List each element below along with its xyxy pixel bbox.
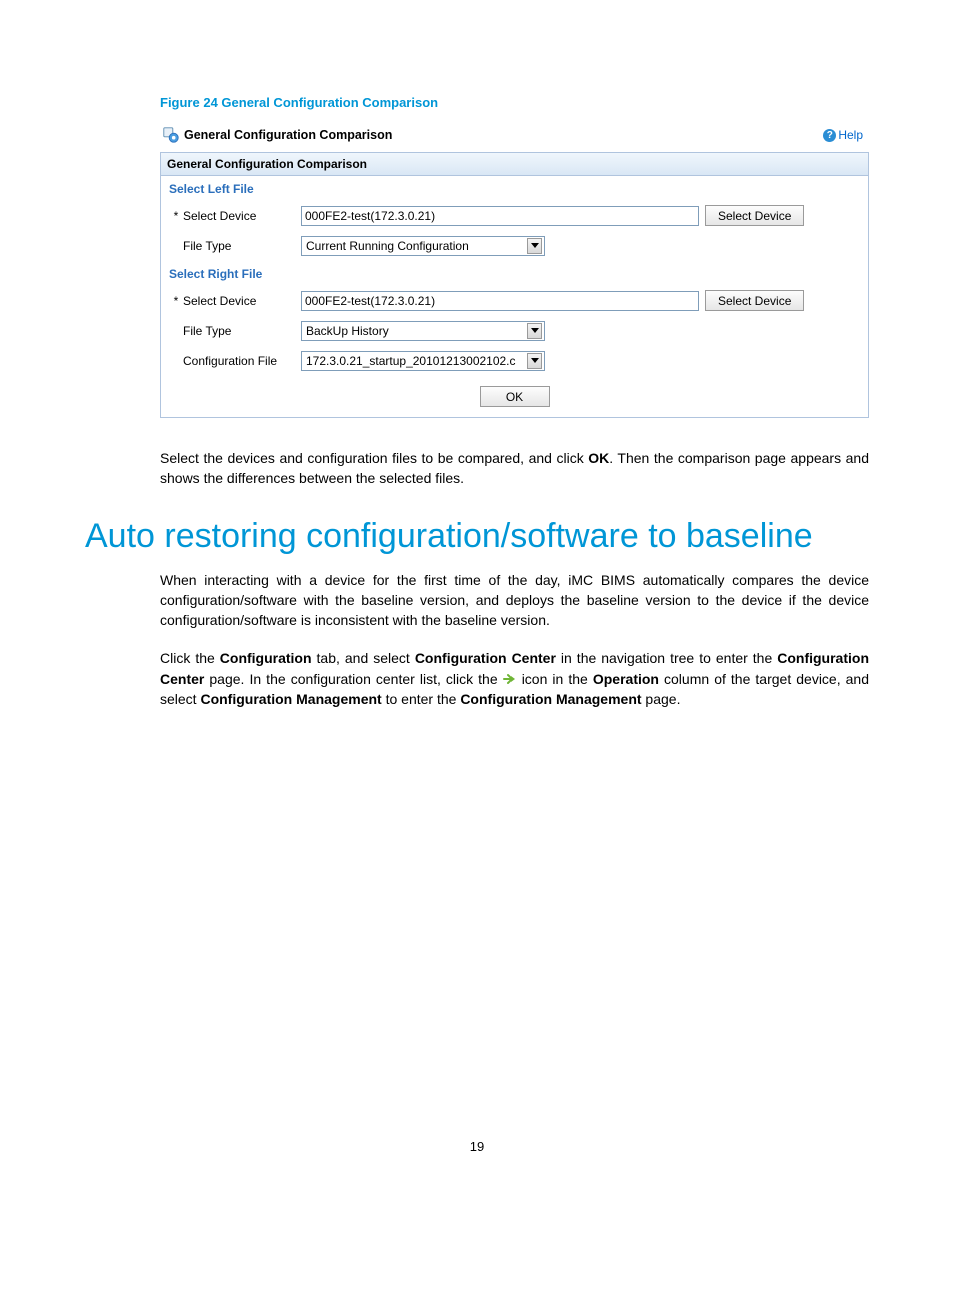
select-device-label: Select Device (183, 294, 301, 308)
help-icon: ? (823, 129, 836, 142)
right-file-type-select[interactable]: BackUp History (301, 321, 545, 341)
paragraph-1: Select the devices and configuration fil… (160, 448, 869, 489)
chevron-down-icon (527, 353, 542, 369)
page-number: 19 (85, 1139, 869, 1154)
left-file-type-value: Current Running Configuration (306, 239, 469, 253)
help-label: Help (838, 128, 863, 142)
left-select-device-button[interactable]: Select Device (705, 205, 804, 226)
config-comparison-panel: General Configuration Comparison ? Help … (160, 122, 869, 418)
figure-caption: Figure 24 General Configuration Comparis… (160, 95, 869, 110)
ok-button[interactable]: OK (480, 386, 550, 407)
file-type-label: File Type (183, 324, 301, 338)
section-heading: Auto restoring configuration/software to… (85, 517, 869, 556)
help-link[interactable]: ? Help (823, 128, 863, 142)
left-filetype-row: File Type Current Running Configuration (161, 231, 868, 261)
form-box-title: General Configuration Comparison (161, 153, 868, 176)
form-box: General Configuration Comparison Select … (160, 152, 869, 418)
right-filetype-row: File Type BackUp History (161, 316, 868, 346)
config-file-row: Configuration File 172.3.0.21_startup_20… (161, 346, 868, 376)
required-marker: * (169, 209, 183, 223)
arrow-icon (503, 673, 517, 685)
right-device-input[interactable] (301, 291, 699, 311)
ok-row: OK (161, 376, 868, 417)
config-file-label: Configuration File (183, 354, 301, 368)
required-marker: * (169, 294, 183, 308)
paragraph-2: When interacting with a device for the f… (160, 570, 869, 631)
select-device-label: Select Device (183, 209, 301, 223)
left-device-input[interactable] (301, 206, 699, 226)
panel-header: General Configuration Comparison ? Help (160, 122, 869, 152)
panel-title: General Configuration Comparison (184, 128, 392, 142)
compare-icon (162, 126, 180, 144)
right-file-type-value: BackUp History (306, 324, 389, 338)
config-file-value: 172.3.0.21_startup_20101213002102.c (306, 354, 516, 368)
chevron-down-icon (527, 323, 542, 339)
right-select-device-button[interactable]: Select Device (705, 290, 804, 311)
left-file-section: Select Left File (161, 176, 868, 200)
left-device-row: * Select Device Select Device (161, 200, 868, 231)
file-type-label: File Type (183, 239, 301, 253)
right-device-row: * Select Device Select Device (161, 285, 868, 316)
left-file-type-select[interactable]: Current Running Configuration (301, 236, 545, 256)
paragraph-3: Click the Configuration tab, and select … (160, 648, 869, 709)
chevron-down-icon (527, 238, 542, 254)
config-file-select[interactable]: 172.3.0.21_startup_20101213002102.c (301, 351, 545, 371)
right-file-section: Select Right File (161, 261, 868, 285)
